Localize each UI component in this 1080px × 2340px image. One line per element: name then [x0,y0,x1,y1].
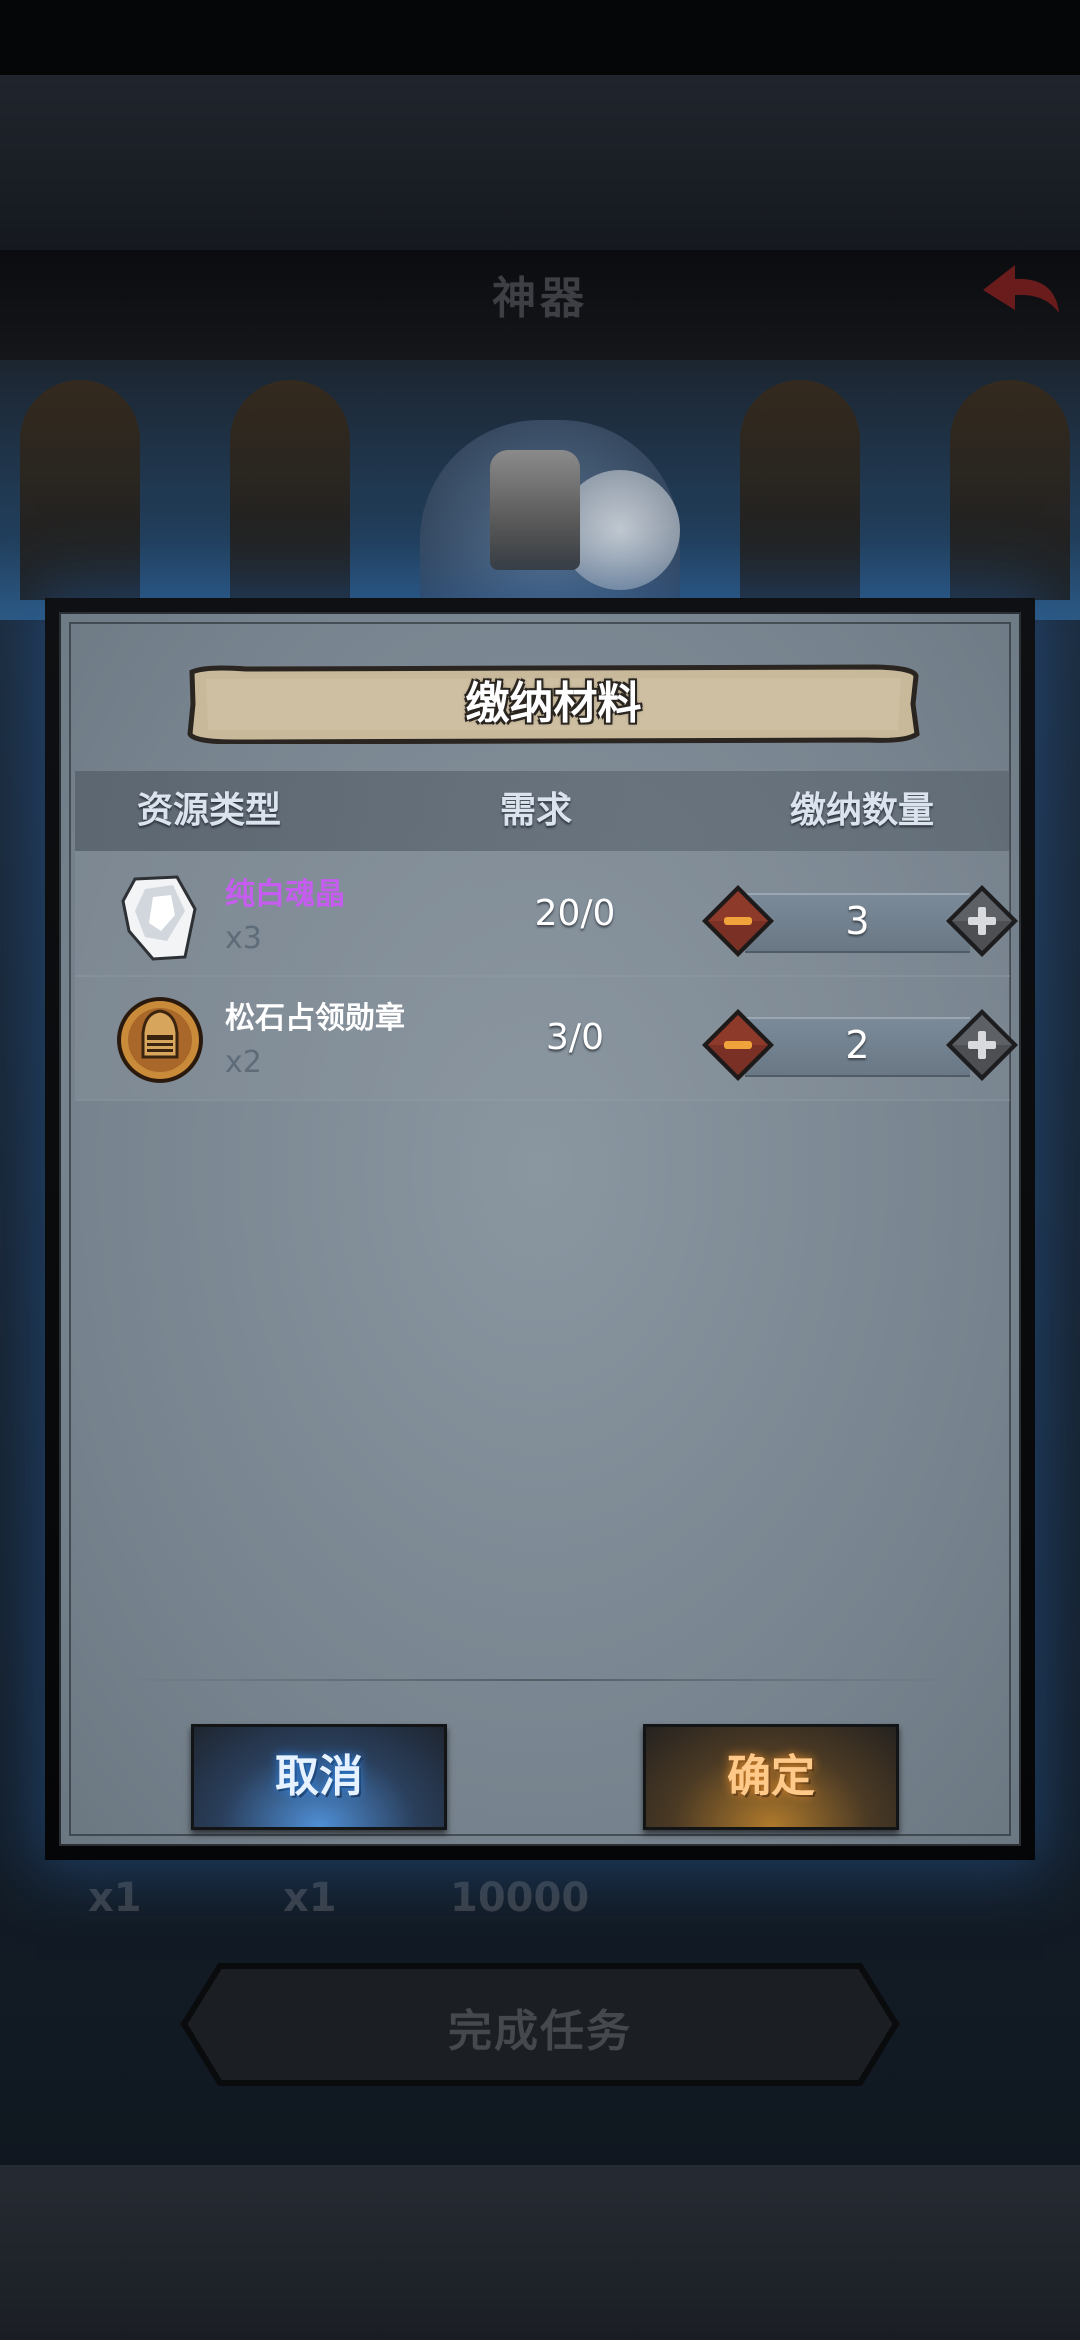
minus-icon [724,1041,752,1049]
minus-icon [724,917,752,925]
knight-helmet [490,450,580,570]
scene-bottom-strip [0,2165,1080,2340]
dialog-panel: 缴纳材料 资源类型 需求 缴纳数量 纯白魂晶 x3 20/0 3 松石占领勋章 … [59,612,1021,1846]
footer-divider [121,1679,961,1681]
quantity-value[interactable]: 2 [745,1017,970,1073]
increase-button[interactable] [944,1007,1020,1083]
reward-count-label: x1 [283,1875,337,1921]
item-name: 纯白魂晶 [225,877,345,912]
material-row: 松石占领勋章 x2 3/0 2 [75,975,1018,1101]
material-row: 纯白魂晶 x3 20/0 3 [75,851,1018,977]
increase-button[interactable] [944,883,1020,959]
item-requirement: 3/0 [546,1017,604,1058]
scene-title: 神器 [492,273,588,324]
quantity-stepper: 3 [700,881,1020,961]
decrease-button[interactable] [700,1007,776,1083]
hall-arch [740,380,860,600]
reward-count-label: 10000 [450,1875,590,1921]
cancel-button[interactable]: 取消 [191,1724,447,1830]
hall-arch [230,380,350,600]
decrease-button[interactable] [700,883,776,959]
status-bar [0,0,1080,75]
item-name: 松石占领勋章 [225,1001,405,1036]
column-header-quantity: 缴纳数量 [790,790,935,831]
back-arrow-icon[interactable] [975,255,1065,330]
cancel-button-label: 取消 [275,1751,363,1802]
quantity-value[interactable]: 3 [745,893,970,949]
white-crystal-icon[interactable] [115,871,205,961]
complete-task-label: 完成任务 [448,2006,632,2057]
column-header-type: 资源类型 [137,790,282,831]
confirm-button[interactable]: 确定 [643,1724,899,1830]
item-requirement: 20/0 [534,893,616,934]
column-header-row: 资源类型 需求 缴纳数量 [75,771,1010,851]
column-header-demand: 需求 [500,790,573,831]
hall-arch [20,380,140,600]
item-owned-count: x2 [225,1045,262,1080]
quantity-stepper: 2 [700,1005,1020,1085]
scene-top-band [0,75,1080,250]
helmet-medal-icon[interactable] [115,995,205,1085]
submit-materials-dialog: 缴纳材料 资源类型 需求 缴纳数量 纯白魂晶 x3 20/0 3 松石占领勋章 … [45,598,1035,1860]
confirm-button-label: 确定 [727,1751,815,1802]
item-owned-count: x3 [225,921,262,956]
hall-arch [950,380,1070,600]
reward-count-label: x1 [88,1875,142,1921]
dialog-title: 缴纳材料 [465,678,642,729]
